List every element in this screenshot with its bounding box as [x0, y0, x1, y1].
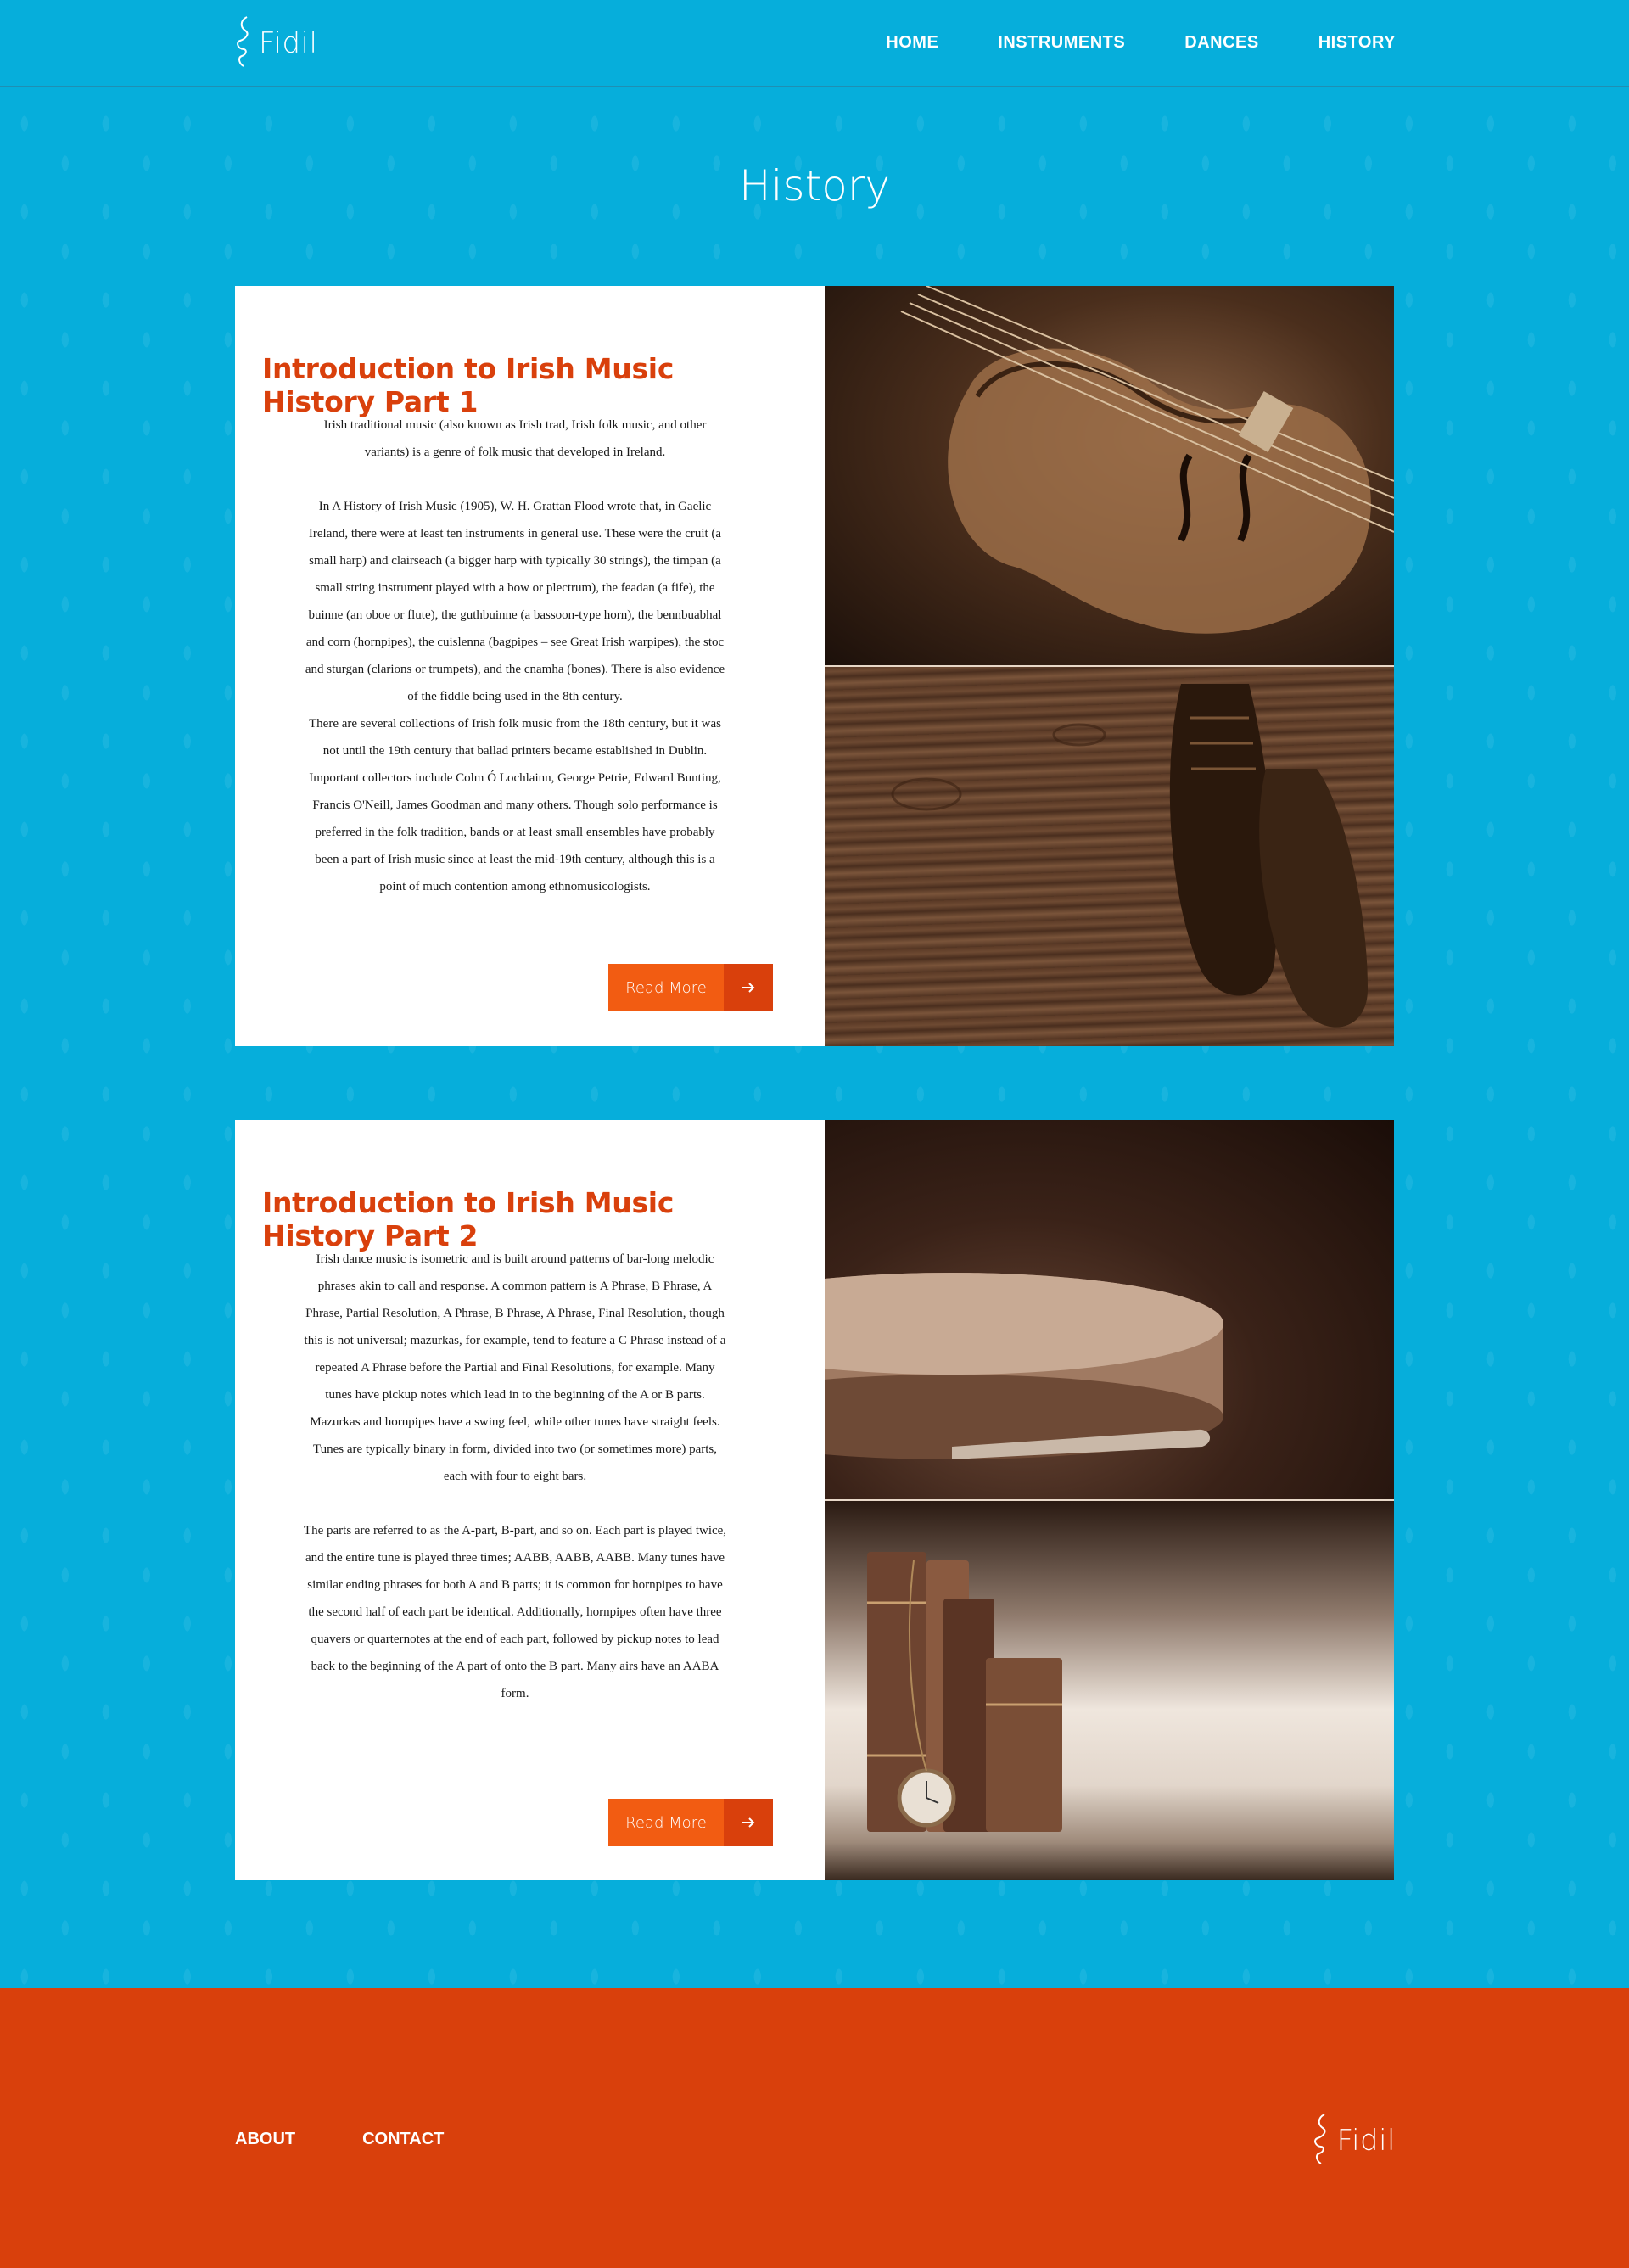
nav-dances[interactable]: DANCES	[1184, 33, 1258, 53]
article-paragraph: There are several collections of Irish f…	[309, 717, 721, 893]
article-body: Irish dance music is isometric and is bu…	[303, 1246, 727, 1707]
books-watch-photo	[825, 1501, 1394, 1880]
read-more-label: Read More	[608, 1799, 724, 1846]
article-images	[825, 286, 1394, 1046]
main-nav: HOME INSTRUMENTS DANCES HISTORY	[886, 0, 1396, 85]
logo-text: Fidil	[259, 26, 318, 60]
article-text-panel: Introduction to Irish Music History Part…	[235, 286, 825, 1046]
page-title: History	[739, 161, 890, 210]
footer-link-about[interactable]: ABOUT	[235, 2130, 295, 2149]
logo-text: Fidil	[1336, 2124, 1396, 2158]
article-paragraph: Irish dance music is isometric and is bu…	[304, 1252, 726, 1483]
dance-shoes-photo	[825, 667, 1394, 1046]
read-more-label: Read More	[608, 964, 724, 1011]
fiddle-logo-icon	[1314, 2114, 1326, 2164]
arrow-right-icon	[724, 964, 773, 1011]
article-paragraph: Irish traditional music (also known as I…	[323, 418, 707, 459]
article-body: Irish traditional music (also known as I…	[303, 412, 727, 900]
article-text-panel: Introduction to Irish Music History Part…	[235, 1120, 825, 1880]
fiddle-logo-icon	[237, 16, 249, 67]
nav-history[interactable]: HISTORY	[1318, 33, 1396, 53]
read-more-button[interactable]: Read More	[608, 964, 773, 1011]
arrow-right-icon	[724, 1799, 773, 1846]
article-card-1: Introduction to Irish Music History Part…	[235, 286, 1394, 1046]
article-paragraph: The parts are referred to as the A-part,…	[303, 1524, 727, 1700]
header-logo[interactable]: Fidil	[233, 15, 318, 71]
article-title: Introduction to Irish Music History Part…	[262, 352, 675, 418]
footer-link-contact[interactable]: CONTACT	[362, 2130, 444, 2149]
site-header: Fidil HOME INSTRUMENTS DANCES HISTORY	[0, 0, 1629, 87]
read-more-button[interactable]: Read More	[608, 1799, 773, 1846]
violin-photo	[825, 286, 1394, 665]
footer-logo[interactable]: Fidil	[1311, 2113, 1396, 2169]
site-footer: ABOUT CONTACT Fidil	[0, 1988, 1629, 2268]
bodhran-photo	[825, 1120, 1394, 1499]
article-paragraph: In A History of Irish Music (1905), W. H…	[305, 500, 725, 703]
article-images	[825, 1120, 1394, 1880]
article-card-2: Introduction to Irish Music History Part…	[235, 1120, 1394, 1880]
nav-instruments[interactable]: INSTRUMENTS	[998, 33, 1125, 53]
nav-home[interactable]: HOME	[886, 33, 938, 53]
article-title: Introduction to Irish Music History Part…	[262, 1186, 675, 1252]
footer-links: ABOUT CONTACT	[235, 2130, 444, 2149]
